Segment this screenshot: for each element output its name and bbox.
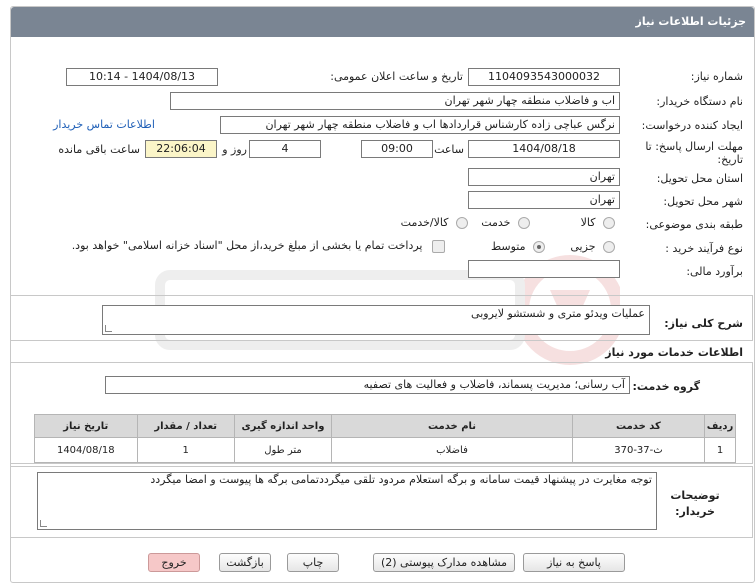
cell-row: 1 bbox=[704, 437, 736, 463]
table-row: 1 ث-37-370 فاضلاب متر طول 1 1404/08/18 bbox=[34, 437, 736, 463]
services-section-title: اطلاعات خدمات مورد نیاز bbox=[605, 346, 743, 359]
province-label: استان محل تحویل: bbox=[656, 172, 743, 185]
budget-field bbox=[468, 260, 620, 278]
deadline-label: مهلت ارسال پاسخ: تا تاریخ: bbox=[645, 140, 743, 166]
back-button[interactable]: بازگشت bbox=[219, 553, 271, 572]
reply-button[interactable]: پاسخ به نیاز bbox=[523, 553, 625, 572]
category-radio-goods[interactable]: کالا bbox=[581, 216, 615, 229]
process-radio-minor[interactable]: جزیی bbox=[570, 240, 615, 253]
category-radio-goods-service[interactable]: کالا/خدمت bbox=[401, 216, 468, 229]
service-group-field: آب رسانی؛ مدیریت پسماند، فاضلاب و فعالیت… bbox=[105, 376, 630, 394]
table-header-row: ردیف کد خدمت نام خدمت واحد اندازه گیری ت… bbox=[34, 414, 736, 438]
treasury-payment-checkbox[interactable]: پرداخت تمام یا بخشی از مبلغ خرید،از محل … bbox=[72, 239, 445, 253]
attachments-button[interactable]: مشاهده مدارک پیوستی (2) bbox=[373, 553, 515, 572]
creator-field: نرگس عباچی زاده کارشناس قراردادها اب و ف… bbox=[220, 116, 620, 134]
province-field: تهران bbox=[468, 168, 620, 186]
creator-label: ایجاد کننده درخواست: bbox=[641, 119, 743, 132]
print-button[interactable]: چاپ bbox=[287, 553, 339, 572]
radio-icon bbox=[603, 217, 615, 229]
col-need-date: تاریخ نیاز bbox=[34, 414, 138, 438]
remaining-time-field: 22:06:04 bbox=[145, 140, 217, 158]
cell-unit: متر طول bbox=[233, 437, 333, 463]
cell-service-code: ث-37-370 bbox=[571, 437, 706, 463]
process-radio-medium[interactable]: متوسط bbox=[491, 240, 545, 253]
radio-icon bbox=[456, 217, 468, 229]
col-service-name: نام خدمت bbox=[331, 414, 573, 438]
buyer-contact-link[interactable]: اطلاعات تماس خریدار bbox=[53, 118, 155, 131]
deadline-time-field: 09:00 bbox=[361, 140, 433, 158]
description-label: شرح کلی نیاز: bbox=[664, 317, 743, 330]
col-row: ردیف bbox=[704, 414, 736, 438]
deadline-date-field: 1404/08/18 bbox=[468, 140, 620, 158]
notes-field: توجه مغایرت در پیشنهاد قیمت سامانه و برگ… bbox=[37, 472, 657, 530]
radio-selected-icon bbox=[533, 241, 545, 253]
cell-quantity: 1 bbox=[136, 437, 235, 463]
exit-button[interactable]: خروج bbox=[148, 553, 200, 572]
announce-label: تاریخ و ساعت اعلان عمومی: bbox=[330, 70, 463, 83]
city-field: تهران bbox=[468, 191, 620, 209]
category-radio-service[interactable]: خدمت bbox=[481, 216, 530, 229]
panel-header: جزئیات اطلاعات نیاز bbox=[11, 7, 754, 37]
description-field: عملیات ویدئو متری و شستشو لایروبی bbox=[102, 305, 650, 335]
col-service-code: کد خدمت bbox=[571, 414, 706, 438]
category-label: طبقه بندی موضوعی: bbox=[645, 218, 743, 231]
notes-label: توضیحات خریدار: bbox=[670, 489, 720, 518]
remaining-label: ساعت باقی مانده bbox=[58, 143, 140, 156]
process-label: نوع فرآیند خرید : bbox=[665, 242, 743, 255]
radio-icon bbox=[603, 241, 615, 253]
service-group-label: گروه خدمت: bbox=[632, 380, 700, 393]
announce-field: 1404/08/13 - 10:14 bbox=[66, 68, 218, 86]
need-number-label: شماره نیاز: bbox=[690, 70, 743, 83]
col-unit: واحد اندازه گیری bbox=[233, 414, 333, 438]
city-label: شهر محل تحویل: bbox=[663, 195, 743, 208]
days-label: روز و bbox=[222, 143, 247, 156]
budget-label: برآورد مالی: bbox=[686, 265, 743, 278]
time-label: ساعت bbox=[434, 143, 464, 156]
radio-icon bbox=[518, 217, 530, 229]
buyer-org-field: اب و فاضلاب منطقه چهار شهر تهران bbox=[170, 92, 620, 110]
days-field: 4 bbox=[249, 140, 321, 158]
services-table: ردیف کد خدمت نام خدمت واحد اندازه گیری ت… bbox=[34, 414, 736, 463]
need-number-field: 1104093543000032 bbox=[468, 68, 620, 86]
col-quantity: تعداد / مقدار bbox=[136, 414, 235, 438]
buyer-org-label: نام دستگاه خریدار: bbox=[656, 95, 743, 108]
checkbox-icon bbox=[432, 239, 445, 253]
cell-service-name: فاضلاب bbox=[331, 437, 573, 463]
cell-need-date: 1404/08/18 bbox=[34, 437, 138, 463]
